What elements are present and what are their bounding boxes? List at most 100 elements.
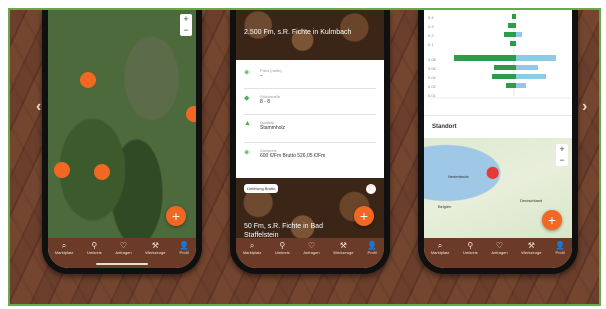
home-indicator	[96, 263, 148, 265]
map-zoom-control[interactable]: + −	[180, 14, 192, 36]
tab-bar: ⌕ Marktplatz ⚲ Umkreis ♡ Anfragen ⚒ Werkzeuge 👤 P…	[424, 238, 572, 268]
tab-marktplatz[interactable]: ⌕ Marktplatz	[55, 241, 73, 255]
tab-label: Marktplatz	[430, 250, 450, 255]
phone-map: + − + ⌕ Marktplatz ⚲ Umkreis ♡ Anfragen ⚒ Werkz…	[42, 10, 202, 274]
chart-bar	[494, 65, 516, 70]
tab-umkreis[interactable]: ⚲ Umkreis	[87, 241, 102, 255]
tab-label: Umkreis	[86, 250, 102, 255]
tab-werkzeuge[interactable]: ⚒ Werkzeuge	[333, 241, 353, 255]
tab-label: Anfragen	[303, 250, 320, 255]
chart-bar	[516, 32, 522, 37]
pin-icon: ⚲	[279, 241, 286, 250]
chart-bar	[516, 65, 538, 70]
zoom-in-button[interactable]: +	[180, 14, 192, 25]
y-tick-label: 0.08	[428, 57, 437, 62]
detail-row: ▲ Qualität Stammholz	[244, 120, 376, 131]
divider	[424, 115, 572, 116]
tab-label: Umkreis	[274, 250, 290, 255]
tag-icon: ◈	[244, 69, 250, 76]
pin-icon: ⚲	[91, 241, 98, 250]
divider	[244, 142, 376, 143]
tab-anfragen[interactable]: ♡ Anfragen	[303, 241, 319, 255]
phone-screen: + − + ⌕ Marktplatz ⚲ Umkreis ♡ Anfragen ⚒ Werkz…	[48, 10, 196, 268]
tab-label: Werkzeuge	[521, 250, 542, 255]
user-icon: 👤	[367, 241, 378, 250]
map-label: Deutschland	[520, 198, 543, 203]
phone-listing: 2.500 Fm, s.R. Fichte in Kulmbach ◈ Prei…	[230, 10, 390, 274]
chart-bar	[506, 83, 516, 88]
satellite-map[interactable]: + −	[48, 10, 196, 238]
tab-werkzeuge[interactable]: ⚒ Werkzeuge	[521, 241, 541, 255]
detail-row: ◆ Stückmaße 8 - 8	[244, 94, 376, 105]
tab-umkreis[interactable]: ⚲ Umkreis	[275, 241, 290, 255]
heart-icon: ♡	[495, 241, 504, 250]
tab-label: Anfragen	[491, 250, 508, 255]
chart-bar	[516, 74, 546, 79]
zoom-in-button[interactable]: +	[556, 144, 568, 155]
next-arrow-icon[interactable]: ›	[582, 98, 587, 116]
magnifier-icon: ⌕	[61, 241, 67, 250]
map-marker[interactable]	[54, 162, 70, 178]
tab-marktplatz[interactable]: ⌕ Marktplatz	[243, 241, 261, 255]
y-tick-label: 0.2	[428, 33, 434, 38]
tab-label: Profil	[179, 250, 189, 255]
tab-anfragen[interactable]: ♡ Anfragen	[115, 241, 131, 255]
detail-label: Preis (netto)	[260, 68, 282, 73]
detail-row: ◈ Preis (netto) –	[244, 68, 376, 79]
map-label: Belgien	[438, 204, 452, 209]
map-marker[interactable]	[94, 164, 110, 180]
location-section-title: Standort	[432, 124, 457, 130]
chart-bar	[512, 14, 516, 19]
tab-profil[interactable]: 👤 Profil	[367, 241, 377, 255]
map-marker[interactable]	[186, 106, 196, 122]
tools-icon: ⚒	[527, 241, 535, 250]
pin-icon: ⚲	[467, 241, 474, 250]
magnifier-icon: ⌕	[249, 241, 255, 250]
bar-chart: 0.4 0.3 0.2 0.1 0.08 0.06 0.04 0.02 0.01	[424, 10, 572, 115]
add-button[interactable]: +	[166, 206, 186, 226]
tab-bar: ⌕ Marktplatz ⚲ Umkreis ♡ Anfragen ⚒ Werkzeuge 👤 P…	[236, 238, 384, 268]
zoom-out-button[interactable]: −	[556, 155, 568, 166]
tab-werkzeuge[interactable]: ⚒ Werkzeuge	[145, 241, 165, 255]
y-tick-label: 0.02	[428, 84, 437, 89]
user-icon: 👤	[555, 241, 566, 250]
y-tick-label: 0.3	[428, 24, 434, 29]
tab-label: Werkzeuge	[333, 250, 354, 255]
tab-label: Profil	[555, 250, 565, 255]
tab-label: Marktplatz	[242, 250, 262, 255]
phone-chart-map: 0.4 0.3 0.2 0.1 0.08 0.06 0.04 0.02 0.01	[418, 10, 578, 274]
add-button[interactable]: +	[354, 206, 374, 226]
tab-label: Anfragen	[115, 250, 132, 255]
tab-profil[interactable]: 👤 Profil	[179, 241, 189, 255]
tab-marktplatz[interactable]: ⌕ Marktplatz	[431, 241, 449, 255]
phone-screen: 0.4 0.3 0.2 0.1 0.08 0.06 0.04 0.02 0.01	[424, 10, 572, 268]
map-zoom-control[interactable]: + −	[556, 144, 568, 166]
zoom-out-button[interactable]: −	[180, 25, 192, 36]
tab-label: Umkreis	[462, 250, 478, 255]
tab-label: Marktplatz	[54, 250, 74, 255]
tab-umkreis[interactable]: ⚲ Umkreis	[463, 241, 478, 255]
divider	[244, 88, 376, 89]
chart-svg: 0.4 0.3 0.2 0.1 0.08 0.06 0.04 0.02 0.01	[428, 10, 570, 99]
price-tag-icon: ◈	[244, 149, 250, 156]
tree-icon: ▲	[244, 120, 251, 127]
chart-bar	[510, 41, 516, 46]
heart-icon: ♡	[307, 241, 316, 250]
location-pin-icon[interactable]: ⬤	[486, 166, 499, 178]
detail-value: –	[260, 73, 263, 79]
tab-anfragen[interactable]: ♡ Anfragen	[491, 241, 507, 255]
chart-bar	[508, 23, 516, 28]
chart-bar	[504, 32, 516, 37]
delivery-badge: Lieferung Brutto	[244, 184, 279, 193]
map-marker[interactable]	[80, 72, 96, 88]
detail-value: 8 - 8	[260, 99, 271, 105]
chart-bar	[516, 83, 526, 88]
add-button[interactable]: +	[542, 210, 562, 230]
y-tick-label: 0.01	[428, 93, 437, 98]
phone-screen: 2.500 Fm, s.R. Fichte in Kulmbach ◈ Prei…	[236, 10, 384, 268]
prev-arrow-icon[interactable]: ‹	[36, 98, 41, 116]
tab-label: Werkzeuge	[145, 250, 166, 255]
tab-profil[interactable]: 👤 Profil	[555, 241, 565, 255]
y-tick-label: 0.04	[428, 75, 437, 80]
favorite-heart-icon[interactable]: ♡	[366, 184, 376, 194]
